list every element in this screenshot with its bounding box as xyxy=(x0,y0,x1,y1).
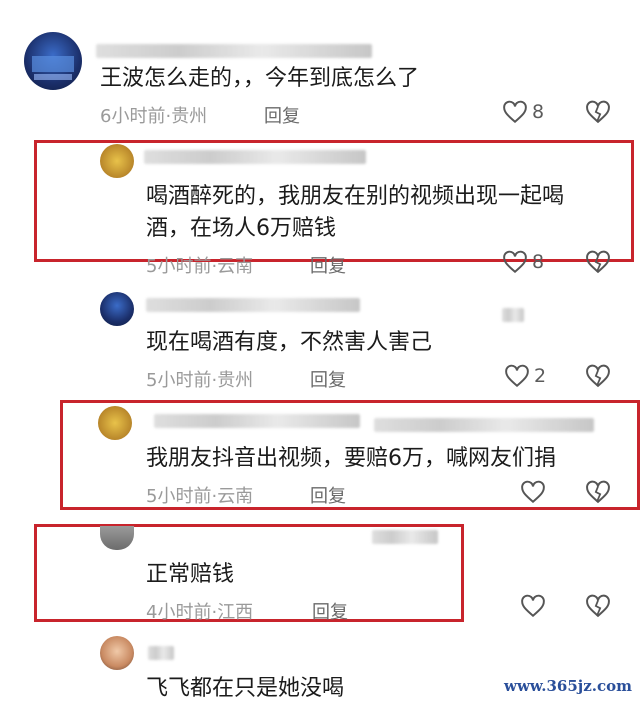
broken-heart-icon xyxy=(586,480,610,504)
comment-meta: 6小时前·贵州 xyxy=(100,106,208,127)
heart-icon xyxy=(521,594,545,618)
like-count: 8 xyxy=(532,251,545,273)
like-count: 2 xyxy=(534,365,547,387)
dislike-button[interactable] xyxy=(584,364,612,392)
reply-button[interactable]: 回复 xyxy=(310,366,346,392)
comment-text: 现在喝酒有度，不然害人害己 xyxy=(146,330,433,355)
heart-icon xyxy=(505,364,529,388)
comment-text-line-1: 喝酒醉死的，我朋友在别的视频出现一起喝 xyxy=(146,184,565,209)
dislike-button[interactable] xyxy=(584,250,612,278)
like-count: 8 xyxy=(532,101,545,123)
like-button[interactable] xyxy=(520,594,546,618)
heart-icon xyxy=(503,100,527,124)
comment-text: 正常赔钱 xyxy=(146,562,235,587)
reply-button[interactable]: 回复 xyxy=(310,482,346,508)
like-button[interactable]: 8 xyxy=(502,100,544,124)
username[interactable] xyxy=(144,150,366,164)
dislike-button[interactable] xyxy=(584,480,612,508)
username[interactable] xyxy=(146,298,360,312)
username[interactable] xyxy=(372,530,438,544)
avatar[interactable] xyxy=(98,406,132,440)
username-extra xyxy=(502,308,524,322)
comment-text-line-2: 酒，在场人6万赔钱 xyxy=(146,216,336,241)
comment-text: 我朋友抖音出视频，要赔6万，喊网友们捐 xyxy=(146,446,556,471)
avatar[interactable] xyxy=(24,32,82,90)
reply-button[interactable]: 回复 xyxy=(312,598,348,624)
heart-icon xyxy=(521,480,545,504)
comment-text: 王波怎么走的，，今年到底怎么了 xyxy=(100,66,420,91)
comment-meta: 4小时前·江西 xyxy=(146,602,254,623)
comment-meta: 5小时前·云南 xyxy=(146,486,254,507)
broken-heart-icon xyxy=(586,100,610,124)
username[interactable] xyxy=(148,646,174,660)
username-extra xyxy=(374,418,594,432)
like-button[interactable]: 2 xyxy=(504,364,546,388)
like-button[interactable] xyxy=(520,480,546,504)
like-button[interactable]: 8 xyxy=(502,250,544,274)
avatar[interactable] xyxy=(100,636,134,670)
broken-heart-icon xyxy=(586,364,610,388)
comment-meta: 5小时前·贵州 xyxy=(146,370,254,391)
username[interactable] xyxy=(154,414,360,428)
dislike-button[interactable] xyxy=(584,100,612,128)
dislike-button[interactable] xyxy=(584,594,612,622)
heart-icon xyxy=(503,250,527,274)
username[interactable] xyxy=(96,44,372,58)
watermark: www.365jz.com xyxy=(504,677,632,695)
comment-meta: 5小时前·云南 xyxy=(146,256,254,277)
broken-heart-icon xyxy=(586,594,610,618)
reply-button[interactable]: 回复 xyxy=(310,252,346,278)
avatar[interactable] xyxy=(100,292,134,326)
comment-text: 飞飞都在只是她没喝 xyxy=(146,676,345,701)
broken-heart-icon xyxy=(586,250,610,274)
avatar[interactable] xyxy=(100,144,134,178)
reply-button[interactable]: 回复 xyxy=(264,102,300,128)
